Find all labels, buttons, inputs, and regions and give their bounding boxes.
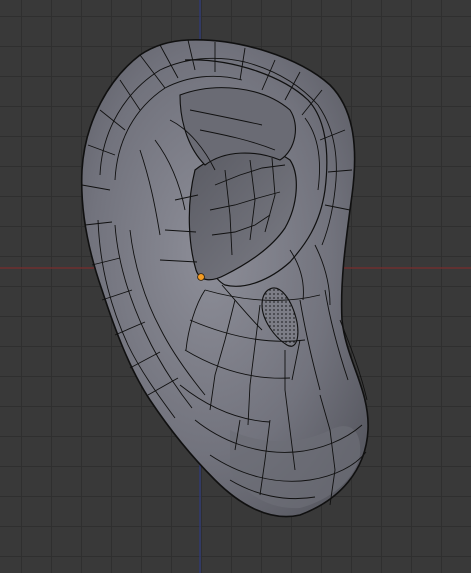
selected-vertex[interactable] <box>197 273 205 281</box>
ear-mesh[interactable] <box>80 39 369 518</box>
viewport-scene[interactable] <box>0 0 471 573</box>
3d-viewport[interactable] <box>0 0 471 573</box>
